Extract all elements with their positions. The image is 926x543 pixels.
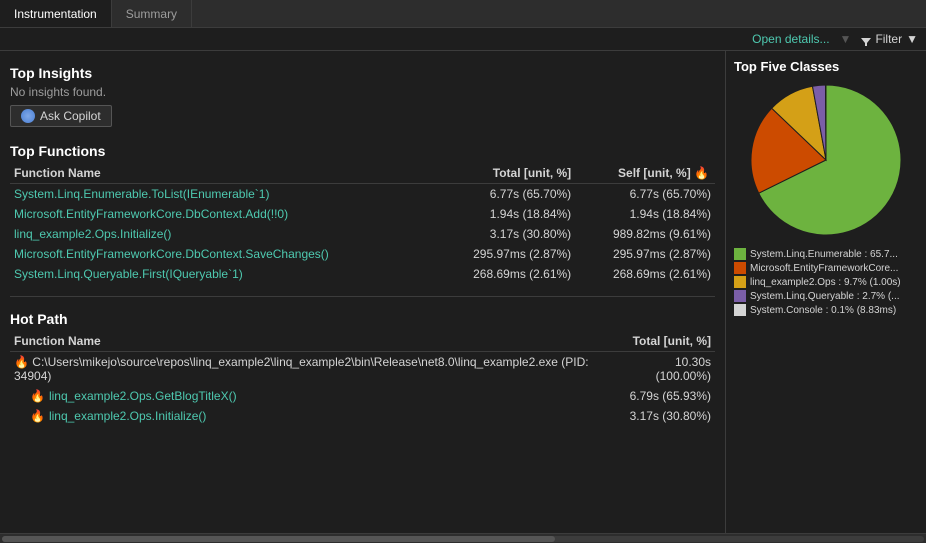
legend-color-box bbox=[734, 248, 746, 260]
table-row[interactable]: System.Linq.Enumerable.ToList(IEnumerabl… bbox=[10, 184, 715, 205]
func-self: 1.94s (18.84%) bbox=[575, 204, 715, 224]
top-functions-title: Top Functions bbox=[10, 143, 715, 159]
hp-func-total: 3.17s (30.80%) bbox=[619, 406, 715, 426]
func-total: 268.69ms (2.61%) bbox=[435, 264, 575, 284]
scrollbar-thumb bbox=[2, 536, 555, 542]
legend-text: System.Console : 0.1% (8.83ms) bbox=[750, 305, 896, 316]
no-insights-text: No insights found. bbox=[10, 85, 715, 99]
legend-item: linq_example2.Ops : 9.7% (1.00s) bbox=[734, 276, 918, 288]
flame-icon: 🔥 bbox=[30, 389, 45, 403]
pie-chart-title: Top Five Classes bbox=[734, 59, 918, 74]
legend-item: System.Console : 0.1% (8.83ms) bbox=[734, 304, 918, 316]
hp-table-row[interactable]: 🔥linq_example2.Ops.Initialize() 3.17s (3… bbox=[10, 406, 715, 426]
filter-dropdown-icon: ▼ bbox=[906, 32, 918, 46]
hp-col-total: Total [unit, %] bbox=[619, 331, 715, 352]
legend-color-box bbox=[734, 304, 746, 316]
ask-copilot-button[interactable]: Ask Copilot bbox=[10, 105, 112, 127]
bottom-scrollbar[interactable] bbox=[0, 533, 926, 543]
hp-table-row[interactable]: 🔥linq_example2.Ops.GetBlogTitleX() 6.79s… bbox=[10, 386, 715, 406]
func-name: System.Linq.Queryable.First(IQueryable`1… bbox=[10, 264, 435, 284]
hp-func-name: 🔥linq_example2.Ops.Initialize() bbox=[10, 406, 619, 426]
func-self: 268.69ms (2.61%) bbox=[575, 264, 715, 284]
hot-path-section: Hot Path Function Name Total [unit, %] 🔥… bbox=[10, 296, 715, 426]
left-panel: Top Insights No insights found. Ask Copi… bbox=[0, 51, 726, 533]
legend-color-box bbox=[734, 262, 746, 274]
pie-chart-container bbox=[734, 80, 918, 240]
tab-summary[interactable]: Summary bbox=[112, 0, 192, 27]
flame-header-icon: 🔥 bbox=[694, 166, 709, 180]
pie-legend: System.Linq.Enumerable : 65.7... Microso… bbox=[734, 248, 918, 318]
func-name: linq_example2.Ops.Initialize() bbox=[10, 224, 435, 244]
func-self: 295.97ms (2.87%) bbox=[575, 244, 715, 264]
pie-chart-svg bbox=[746, 80, 906, 240]
legend-item: System.Linq.Queryable : 2.7% (... bbox=[734, 290, 918, 302]
toolbar-separator: ▼ bbox=[840, 32, 852, 46]
filter-button[interactable]: Filter ▼ bbox=[861, 32, 918, 46]
main-layout: Top Insights No insights found. Ask Copi… bbox=[0, 51, 926, 533]
hp-func-total: 6.79s (65.93%) bbox=[619, 386, 715, 406]
table-row[interactable]: Microsoft.EntityFrameworkCore.DbContext.… bbox=[10, 204, 715, 224]
tab-instrumentation[interactable]: Instrumentation bbox=[0, 0, 112, 27]
func-self: 6.77s (65.70%) bbox=[575, 184, 715, 205]
hp-func-name: 🔥linq_example2.Ops.GetBlogTitleX() bbox=[10, 386, 619, 406]
filter-icon bbox=[861, 35, 871, 43]
copilot-icon bbox=[21, 109, 35, 123]
top-functions-table: Function Name Total [unit, %] Self [unit… bbox=[10, 163, 715, 284]
tab-instrumentation-label: Instrumentation bbox=[14, 7, 97, 21]
legend-text: System.Linq.Enumerable : 65.7... bbox=[750, 249, 898, 260]
hp-func-name: 🔥 C:\Users\mikejo\source\repos\linq_exam… bbox=[10, 352, 619, 387]
table-row[interactable]: Microsoft.EntityFrameworkCore.DbContext.… bbox=[10, 244, 715, 264]
legend-text: linq_example2.Ops : 9.7% (1.00s) bbox=[750, 277, 901, 288]
col-total: Total [unit, %] bbox=[435, 163, 575, 184]
col-function-name: Function Name bbox=[10, 163, 435, 184]
filter-label: Filter bbox=[875, 32, 902, 46]
func-name: Microsoft.EntityFrameworkCore.DbContext.… bbox=[10, 244, 435, 264]
legend-color-box bbox=[734, 276, 746, 288]
top-insights-title: Top Insights bbox=[10, 65, 715, 81]
tabs-bar: Instrumentation Summary bbox=[0, 0, 926, 28]
func-total: 6.77s (65.70%) bbox=[435, 184, 575, 205]
legend-item: Microsoft.EntityFrameworkCore... bbox=[734, 262, 918, 274]
hot-path-title: Hot Path bbox=[10, 311, 715, 327]
legend-text: System.Linq.Queryable : 2.7% (... bbox=[750, 291, 900, 302]
legend-item: System.Linq.Enumerable : 65.7... bbox=[734, 248, 918, 260]
tab-summary-label: Summary bbox=[126, 7, 177, 21]
legend-text: Microsoft.EntityFrameworkCore... bbox=[750, 263, 898, 274]
func-name: Microsoft.EntityFrameworkCore.DbContext.… bbox=[10, 204, 435, 224]
hp-col-function-name: Function Name bbox=[10, 331, 619, 352]
ask-copilot-label: Ask Copilot bbox=[40, 109, 101, 123]
scrollbar-track bbox=[2, 536, 924, 542]
right-panel: Top Five Classes System.Linq.Enumerable … bbox=[726, 51, 926, 533]
toolbar: Open details... ▼ Filter ▼ bbox=[0, 28, 926, 51]
func-self: 989.82ms (9.61%) bbox=[575, 224, 715, 244]
hp-table-row[interactable]: 🔥 C:\Users\mikejo\source\repos\linq_exam… bbox=[10, 352, 715, 387]
legend-color-box bbox=[734, 290, 746, 302]
func-total: 1.94s (18.84%) bbox=[435, 204, 575, 224]
hot-path-table: Function Name Total [unit, %] 🔥 C:\Users… bbox=[10, 331, 715, 426]
func-name: System.Linq.Enumerable.ToList(IEnumerabl… bbox=[10, 184, 435, 205]
table-row[interactable]: System.Linq.Queryable.First(IQueryable`1… bbox=[10, 264, 715, 284]
path-flame-icon: 🔥 bbox=[14, 355, 29, 369]
table-row[interactable]: linq_example2.Ops.Initialize() 3.17s (30… bbox=[10, 224, 715, 244]
func-total: 295.97ms (2.87%) bbox=[435, 244, 575, 264]
col-self: Self [unit, %] 🔥 bbox=[575, 163, 715, 184]
func-total: 3.17s (30.80%) bbox=[435, 224, 575, 244]
hp-func-total: 10.30s (100.00%) bbox=[619, 352, 715, 387]
open-details-link[interactable]: Open details... bbox=[752, 32, 829, 46]
flame-icon: 🔥 bbox=[30, 409, 45, 423]
